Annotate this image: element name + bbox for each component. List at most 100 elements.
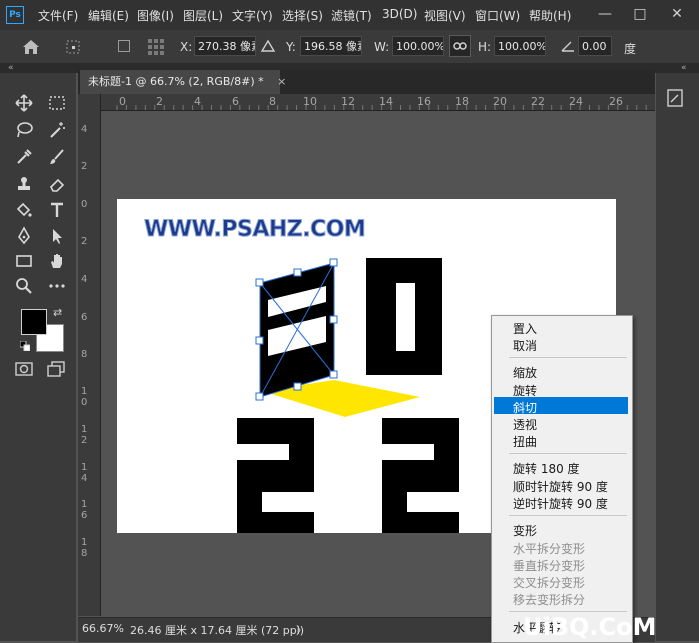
maximize-button[interactable]: □	[630, 4, 650, 24]
ctx-item-perspective[interactable]: 透视	[513, 416, 537, 433]
ruler-top-label: 16	[417, 95, 431, 108]
minimize-button[interactable]: —	[595, 4, 615, 24]
quick-mask-icon[interactable]	[14, 360, 34, 378]
ruler-top-label: 20	[493, 95, 507, 108]
angle-unit: 度	[624, 42, 637, 56]
menu-view[interactable]: 视图(V)	[424, 7, 466, 24]
ctx-item-rotate[interactable]: 旋转	[513, 382, 537, 399]
ctx-item-rotate-90-cw[interactable]: 顺时针旋转 90 度	[513, 478, 608, 495]
x-input[interactable]: 270.38 像素	[194, 36, 256, 56]
ruler-left-label: 4	[81, 274, 88, 285]
ruler-left-label: 2	[81, 161, 88, 172]
collapse-right-icon[interactable]: «	[681, 63, 687, 73]
ctx-item-skew[interactable]: 斜切	[513, 399, 537, 416]
angle-input[interactable]: 0.00	[578, 36, 612, 56]
move-tool-icon[interactable]	[11, 93, 37, 117]
ctx-item-cancel[interactable]: 取消	[513, 337, 537, 354]
lasso-tool-icon[interactable]	[11, 120, 37, 144]
reference-point-checkbox[interactable]	[118, 40, 130, 52]
photoshop-logo-icon: Ps	[6, 6, 24, 24]
menu-layer[interactable]: 图层(L)	[183, 7, 223, 24]
tab-close-icon[interactable]: ×	[277, 75, 286, 88]
ctx-item-distort[interactable]: 扭曲	[513, 433, 537, 450]
more-tools-icon[interactable]	[44, 276, 70, 300]
ruler-top-label: 4	[194, 95, 201, 108]
delta-icon[interactable]	[260, 39, 276, 53]
ruler-top-label: 24	[569, 95, 583, 108]
ruler-left-label: 2	[81, 236, 88, 247]
menu-select[interactable]: 选择(S)	[282, 7, 323, 24]
height-input[interactable]: 100.00%	[494, 36, 546, 56]
paint-bucket-tool-icon[interactable]	[11, 200, 37, 224]
ctx-item-warp[interactable]: 变形	[513, 522, 537, 539]
ctx-item-place[interactable]: 置入	[513, 320, 537, 337]
eyedropper-tool-icon[interactable]	[11, 147, 37, 171]
document-size: 26.46 厘米 x 17.64 厘米 (72 ppi)	[130, 624, 305, 637]
y-input[interactable]: 196.58 像素	[300, 36, 362, 56]
stamp-tool-icon[interactable]	[11, 174, 37, 198]
menu-help[interactable]: 帮助(H)	[529, 7, 571, 24]
right-panel-dock	[656, 73, 699, 641]
marquee-tool-icon[interactable]	[44, 93, 70, 117]
ruler-top-label: 10	[303, 95, 317, 108]
angle-icon	[560, 39, 576, 53]
menu-3d[interactable]: 3D(D)	[382, 7, 417, 21]
canvas-watermark-text: WWW.PSAHZ.COM	[143, 217, 366, 243]
ruler-origin[interactable]	[78, 94, 101, 111]
eraser-tool-icon[interactable]	[44, 174, 70, 198]
ruler-left-label: 8	[81, 349, 88, 360]
ruler-top-label: 2	[156, 95, 163, 108]
ruler-top-label: 6	[232, 95, 239, 108]
ruler-top-label: 22	[531, 95, 545, 108]
ruler-top-label: 8	[269, 95, 276, 108]
link-icon[interactable]	[449, 35, 471, 57]
menu-file[interactable]: 文件(F)	[38, 7, 78, 24]
menu-window[interactable]: 窗口(W)	[475, 7, 520, 24]
collapse-left-icon[interactable]: «	[8, 63, 14, 73]
menu-edit[interactable]: 编辑(E)	[88, 7, 129, 24]
magic-wand-tool-icon[interactable]	[44, 120, 70, 144]
type-tool-icon[interactable]	[44, 200, 70, 224]
screen-mode-icon[interactable]	[46, 360, 66, 378]
ruler-top-label: 0	[119, 95, 126, 108]
zoom-level[interactable]: 66.67%	[82, 622, 124, 635]
reference-point-icon[interactable]	[64, 38, 84, 56]
swap-colors-icon[interactable]: ⇄	[53, 306, 62, 319]
path-select-tool-icon[interactable]	[44, 226, 70, 250]
ruler-left-label: 0	[81, 199, 88, 210]
home-icon[interactable]	[20, 38, 42, 56]
ruler-left-label: 1 8	[81, 537, 88, 559]
reference-grid-icon[interactable]	[146, 37, 166, 57]
zoom-tool-icon[interactable]	[11, 276, 37, 300]
width-input[interactable]: 100.00%	[392, 36, 444, 56]
ctx-item-rotate-180[interactable]: 旋转 180 度	[513, 460, 580, 477]
document-tab[interactable]: 未标题-1 @ 66.7% (2, RGB/8#) * ×	[80, 70, 286, 94]
ruler-top-label: 18	[455, 95, 469, 108]
ctx-item-split-vertical: 垂直拆分变形	[513, 559, 586, 573]
foreground-color-swatch[interactable]	[21, 309, 47, 335]
ruler-top-label: 26	[609, 95, 623, 108]
menu-filter[interactable]: 滤镜(T)	[331, 7, 372, 24]
x-label: X:	[180, 40, 193, 54]
ruler-top-label: 12	[341, 95, 355, 108]
ruler-top-label: 14	[379, 95, 393, 108]
history-panel-icon[interactable]	[663, 86, 687, 110]
ctx-item-scale[interactable]: 缩放	[513, 364, 537, 381]
menu-separator	[509, 357, 627, 358]
menu-image[interactable]: 图像(I)	[137, 7, 174, 24]
brush-tool-icon[interactable]	[44, 147, 70, 171]
default-colors-icon[interactable]	[19, 340, 31, 352]
hand-tool-icon[interactable]	[44, 251, 70, 275]
ctx-item-rotate-90-ccw[interactable]: 逆时针旋转 90 度	[513, 495, 608, 512]
site-watermark: UiBQ.CoM	[523, 613, 657, 641]
y-label: Y:	[286, 40, 296, 54]
menu-type[interactable]: 文字(Y)	[232, 7, 273, 24]
close-window-button[interactable]: ✕	[667, 4, 687, 24]
document-tab-title: 未标题-1 @ 66.7% (2, RGB/8#) *	[88, 75, 264, 88]
rectangle-tool-icon[interactable]	[11, 251, 37, 275]
pen-tool-icon[interactable]	[11, 226, 37, 250]
menu-separator	[509, 515, 627, 516]
menu-separator	[509, 453, 627, 454]
ctx-item-split-horizontal: 水平拆分变形	[513, 542, 586, 556]
status-expand-icon[interactable]: 〉	[296, 622, 307, 638]
